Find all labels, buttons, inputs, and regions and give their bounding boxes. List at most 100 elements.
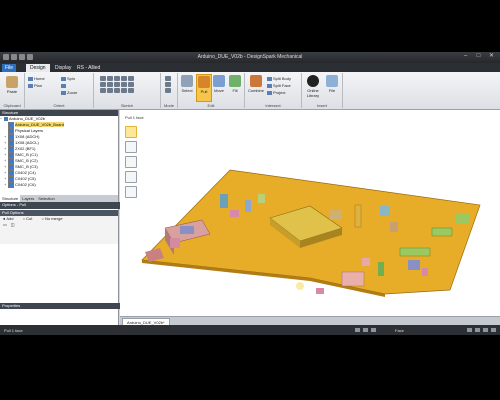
selection-mode-icon[interactable] — [355, 328, 360, 332]
split-face-button[interactable]: Split Face — [267, 83, 291, 88]
status-right-tools — [467, 328, 496, 332]
select-button[interactable]: Select — [180, 75, 194, 93]
designspark-window: Arduino_DUE_V02b - DesignSpark Mechanica… — [0, 52, 500, 335]
view-icon[interactable] — [483, 328, 488, 332]
spline-icon[interactable] — [128, 76, 134, 81]
pcb-model — [141, 169, 481, 297]
three-point-icon[interactable] — [107, 88, 113, 93]
crystal-component[interactable] — [341, 271, 365, 287]
grid-icon[interactable] — [475, 328, 480, 332]
tab-design[interactable]: Design — [26, 64, 50, 72]
trim-icon[interactable] — [128, 82, 134, 87]
layout-icon[interactable] — [491, 328, 496, 332]
component-cyan[interactable] — [380, 206, 390, 216]
header-connector[interactable] — [354, 204, 362, 228]
component-green[interactable] — [258, 194, 265, 203]
minimize-icon[interactable]: – — [461, 53, 470, 60]
tab-file[interactable]: File — [2, 64, 16, 72]
polygon-icon[interactable] — [100, 82, 106, 87]
rectangle-icon[interactable] — [107, 76, 113, 81]
insert-file-button[interactable]: File — [325, 75, 339, 93]
sketch-group-label: Sketch — [120, 103, 134, 108]
sketch-mode-icon[interactable] — [165, 76, 171, 81]
orient-group: Home Plan Spin Zoom Orient — [25, 73, 94, 108]
component-pink[interactable] — [422, 268, 428, 276]
component-green[interactable] — [378, 262, 384, 276]
combine-label: Combine — [247, 88, 264, 93]
mode-tools — [165, 76, 171, 93]
point-icon[interactable] — [114, 82, 120, 87]
online-library-icon — [307, 75, 319, 87]
visibility-checkbox[interactable] — [8, 182, 14, 188]
project-curve-icon[interactable] — [128, 88, 134, 93]
tab-selection[interactable]: Selection — [36, 195, 56, 202]
add-option[interactable]: ● Add — [3, 216, 17, 221]
paste-button[interactable]: Paste — [4, 76, 20, 94]
split-face-icon — [267, 83, 272, 88]
component-pink[interactable] — [230, 210, 239, 217]
selection-filter-dropdown[interactable]: Face — [395, 328, 404, 333]
tangent-icon[interactable] — [100, 88, 106, 93]
tab-display[interactable]: Display — [51, 64, 75, 72]
ellipse-icon[interactable] — [107, 82, 113, 87]
component-green[interactable] — [456, 214, 470, 224]
clipboard-group: Paste Clipboard — [0, 73, 25, 108]
component-pink[interactable] — [362, 258, 370, 266]
component-tan[interactable] — [330, 210, 342, 220]
tab-structure[interactable]: Structure — [0, 195, 21, 202]
close-icon[interactable]: ✕ — [487, 53, 496, 60]
fill-button[interactable]: Fill — [228, 75, 242, 93]
cursor-highlight — [296, 282, 304, 290]
3d-viewport[interactable]: Pull 1 face — [120, 110, 500, 316]
project-button[interactable]: Project — [267, 90, 285, 95]
ribbon-tabs: File Design Display RS - Allied — [0, 63, 500, 72]
pin-header-green[interactable] — [431, 227, 453, 237]
status-tools — [355, 328, 376, 332]
component-tan[interactable] — [390, 222, 398, 232]
component-pink[interactable] — [170, 238, 180, 248]
no-merge-option[interactable]: ○ No merge — [41, 216, 66, 221]
offset-icon[interactable] — [121, 82, 127, 87]
home-button[interactable]: Home — [28, 76, 45, 81]
box-select-icon[interactable] — [363, 328, 368, 332]
cut-option[interactable]: ○ Cut — [23, 216, 37, 221]
pan-button[interactable] — [61, 83, 67, 88]
filter-icon[interactable] — [371, 328, 376, 332]
combine-button[interactable]: Combine — [247, 75, 265, 93]
zoom-button[interactable]: Zoom — [61, 90, 77, 95]
structure-tree: − Arduino_DUE_V02b Arduino_DUE_V02b_Board… — [0, 116, 118, 195]
bend-icon[interactable] — [121, 88, 127, 93]
component-blue[interactable] — [180, 226, 194, 234]
spin-button[interactable]: Spin — [61, 76, 75, 81]
pin-header-green[interactable] — [399, 247, 431, 257]
tab-rs-allied[interactable]: RS - Allied — [73, 64, 104, 72]
offset-option-icon[interactable]: ◫ — [11, 222, 15, 227]
split-body-button[interactable]: Split Body — [267, 76, 291, 81]
component-blue[interactable] — [408, 260, 420, 270]
component-blue[interactable] — [245, 200, 251, 212]
plan-view-button[interactable]: Plan — [28, 83, 42, 88]
pull-options-panel: Pull Options ● Add ○ Cut ○ No merge ▭ ◫ — [0, 210, 118, 244]
split-face-label: Split Face — [273, 83, 291, 88]
tree-node[interactable]: + C0402 (C6) — [4, 182, 36, 188]
mode-group-label: Mode — [163, 103, 174, 108]
component-pink[interactable] — [316, 288, 324, 294]
project-label: Project — [273, 90, 286, 95]
arc-icon[interactable] — [121, 76, 127, 81]
snap-icon[interactable] — [467, 328, 472, 332]
ruler-icon[interactable]: ▭ — [3, 222, 7, 227]
zoom-icon — [61, 90, 66, 95]
pull-button[interactable]: Pull — [196, 74, 212, 102]
sweep-icon[interactable] — [114, 88, 120, 93]
maximize-icon[interactable]: □ — [474, 53, 483, 60]
tree-label: 1X08 (ADCL) — [15, 140, 39, 146]
3d-mode-icon[interactable] — [165, 88, 171, 93]
component-teal[interactable] — [220, 194, 228, 208]
section-mode-icon[interactable] — [165, 82, 171, 87]
circle-icon[interactable] — [114, 76, 120, 81]
line-icon[interactable] — [100, 76, 106, 81]
tab-layers[interactable]: Layers — [20, 195, 36, 202]
move-button[interactable]: Move — [212, 75, 226, 93]
tree-label: C0402 (C4) — [15, 170, 36, 176]
online-library-button[interactable]: Online Library — [303, 75, 323, 98]
